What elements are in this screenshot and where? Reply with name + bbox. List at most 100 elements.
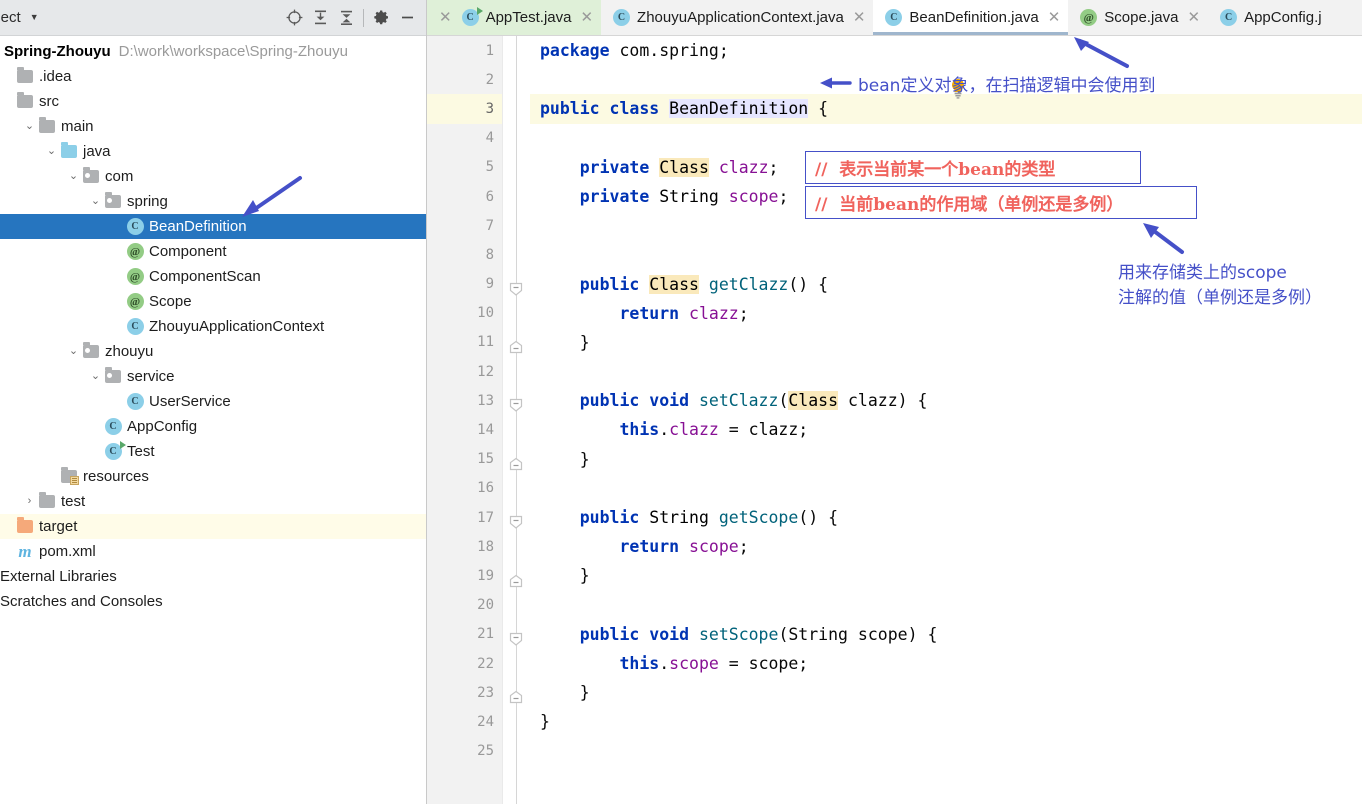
code-line[interactable]: }	[540, 707, 1362, 736]
line-number[interactable]: 15	[427, 445, 502, 474]
chevron-down-icon[interactable]: ⌄	[66, 171, 81, 182]
chevron-down-icon[interactable]: ⌄	[88, 371, 103, 382]
tree-row[interactable]: C BeanDefinition	[0, 214, 426, 239]
code-line[interactable]: this.clazz = clazz;	[540, 415, 1362, 444]
close-icon[interactable]: ✕	[853, 10, 866, 25]
tree-row[interactable]: @ ComponentScan	[0, 264, 426, 289]
expand-all-icon[interactable]	[307, 5, 333, 31]
minimize-icon[interactable]	[394, 5, 420, 31]
editor-tab[interactable]: C BeanDefinition.java ✕	[873, 0, 1069, 35]
project-tool-window-title[interactable]: roject	[0, 9, 21, 26]
line-number[interactable]: 6	[427, 182, 502, 211]
collapse-all-icon[interactable]	[333, 5, 359, 31]
chevron-down-icon[interactable]: ⌄	[22, 121, 37, 132]
tree-row[interactable]: m pom.xml	[0, 539, 426, 564]
line-number[interactable]: 20	[427, 591, 502, 620]
editor-tab[interactable]: @ Scope.java ✕	[1068, 0, 1208, 35]
code-line[interactable]: }	[540, 445, 1362, 474]
line-number[interactable]: 19	[427, 561, 502, 590]
line-number[interactable]: 18	[427, 532, 502, 561]
code-line[interactable]: package com.spring;	[540, 36, 1362, 65]
code-line[interactable]	[540, 240, 1362, 269]
line-number[interactable]: 3	[427, 94, 502, 124]
chevron-down-icon[interactable]: ▼	[30, 13, 39, 22]
code-line[interactable]: private String scope;	[540, 182, 1362, 211]
code-line[interactable]: }	[540, 678, 1362, 707]
tree-row[interactable]: C ZhouyuApplicationContext	[0, 314, 426, 339]
line-number[interactable]: 17	[427, 503, 502, 532]
code-folding-strip[interactable]	[502, 36, 530, 804]
close-icon[interactable]: ✕	[439, 10, 452, 25]
code-line[interactable]: public String getScope() {	[540, 503, 1362, 532]
line-number[interactable]: 2	[427, 65, 502, 94]
fold-end-icon[interactable]	[509, 574, 523, 588]
tree-row[interactable]: ⌄ service	[0, 364, 426, 389]
tree-row[interactable]: ⌄ zhouyu	[0, 339, 426, 364]
line-number[interactable]: 16	[427, 474, 502, 503]
tree-row[interactable]: @ Component	[0, 239, 426, 264]
line-number[interactable]: 11	[427, 328, 502, 357]
line-number[interactable]: 8	[427, 240, 502, 269]
line-number[interactable]: 13	[427, 386, 502, 415]
tree-row[interactable]: External Libraries	[0, 564, 426, 589]
tree-row[interactable]: C AppConfig	[0, 414, 426, 439]
line-number[interactable]: 7	[427, 211, 502, 240]
chevron-down-icon[interactable]: ⌄	[66, 346, 81, 357]
line-number[interactable]: 1	[427, 36, 502, 65]
line-number[interactable]: 4	[427, 124, 502, 153]
tree-row[interactable]: ⌄ spring	[0, 189, 426, 214]
code-line[interactable]: public void setClazz(Class clazz) {	[540, 386, 1362, 415]
code-line[interactable]	[540, 474, 1362, 503]
code-line[interactable]	[540, 124, 1362, 153]
source-code[interactable]: package com.spring; public class BeanDefi…	[530, 36, 1362, 804]
line-number[interactable]: 21	[427, 620, 502, 649]
tree-row[interactable]: C Test	[0, 439, 426, 464]
close-icon[interactable]: ✕	[580, 10, 593, 25]
line-number[interactable]: 14	[427, 415, 502, 444]
line-number[interactable]: 10	[427, 299, 502, 328]
editor-tab[interactable]: C ZhouyuApplicationContext.java ✕	[601, 0, 873, 35]
tree-row[interactable]: @ Scope	[0, 289, 426, 314]
close-icon[interactable]: ✕	[1048, 10, 1061, 25]
fold-collapse-icon[interactable]	[509, 398, 523, 413]
chevron-down-icon[interactable]: ⌄	[88, 196, 103, 207]
code-line[interactable]	[540, 737, 1362, 766]
intention-bulb-icon[interactable]	[949, 78, 967, 100]
code-line[interactable]: public class BeanDefinition {	[530, 94, 1362, 124]
tree-row[interactable]: .idea	[0, 64, 426, 89]
fold-collapse-icon[interactable]	[509, 282, 523, 296]
tree-row[interactable]: Scratches and Consoles	[0, 589, 426, 614]
code-line[interactable]: public void setScope(String scope) {	[540, 620, 1362, 649]
tree-row[interactable]: › test	[0, 489, 426, 514]
fold-end-icon[interactable]	[509, 690, 523, 704]
line-number[interactable]: 24	[427, 707, 502, 736]
chevron-right-icon[interactable]: ›	[22, 496, 37, 507]
editor-tab[interactable]: C AppConfig.j	[1208, 0, 1330, 35]
project-tree[interactable]: Spring-Zhouyu D:\work\workspace\Spring-Z…	[0, 36, 426, 614]
tree-row-project-root[interactable]: Spring-Zhouyu D:\work\workspace\Spring-Z…	[0, 39, 426, 64]
gear-icon[interactable]	[368, 5, 394, 31]
editor-code-area[interactable]: 1 2 3 4 5 6 7 8 9 10 11 12 13 14 15 16 17 18 19 20 21 22 23 24 2…	[427, 36, 1362, 804]
code-line[interactable]: }	[540, 561, 1362, 590]
fold-collapse-icon[interactable]	[509, 515, 523, 529]
editor-tab[interactable]: ✕ C AppTest.java ✕	[427, 0, 602, 35]
tree-row[interactable]: ⌄ com	[0, 164, 426, 189]
tree-row[interactable]: ⌄ main	[0, 114, 426, 139]
code-line[interactable]: this.scope = scope;	[540, 649, 1362, 678]
line-number[interactable]: 23	[427, 678, 502, 707]
code-line[interactable]: public Class getClazz() {	[540, 270, 1362, 299]
code-line[interactable]: return scope;	[540, 532, 1362, 561]
close-icon[interactable]: ✕	[1187, 10, 1200, 25]
line-number[interactable]: 5	[427, 153, 502, 182]
chevron-down-icon[interactable]: ⌄	[44, 146, 59, 157]
editor-tab-bar[interactable]: ✕ C AppTest.java ✕ C ZhouyuApplicationContext…	[427, 0, 1362, 36]
code-line[interactable]: }	[540, 328, 1362, 357]
line-number[interactable]: 25	[427, 737, 502, 766]
line-number[interactable]: 22	[427, 649, 502, 678]
locate-icon[interactable]	[281, 5, 307, 31]
line-number[interactable]: 12	[427, 357, 502, 386]
fold-collapse-icon[interactable]	[509, 632, 523, 646]
tree-row[interactable]: resources	[0, 464, 426, 489]
code-line[interactable]: return clazz;	[540, 299, 1362, 328]
line-number[interactable]: 9	[427, 270, 502, 299]
